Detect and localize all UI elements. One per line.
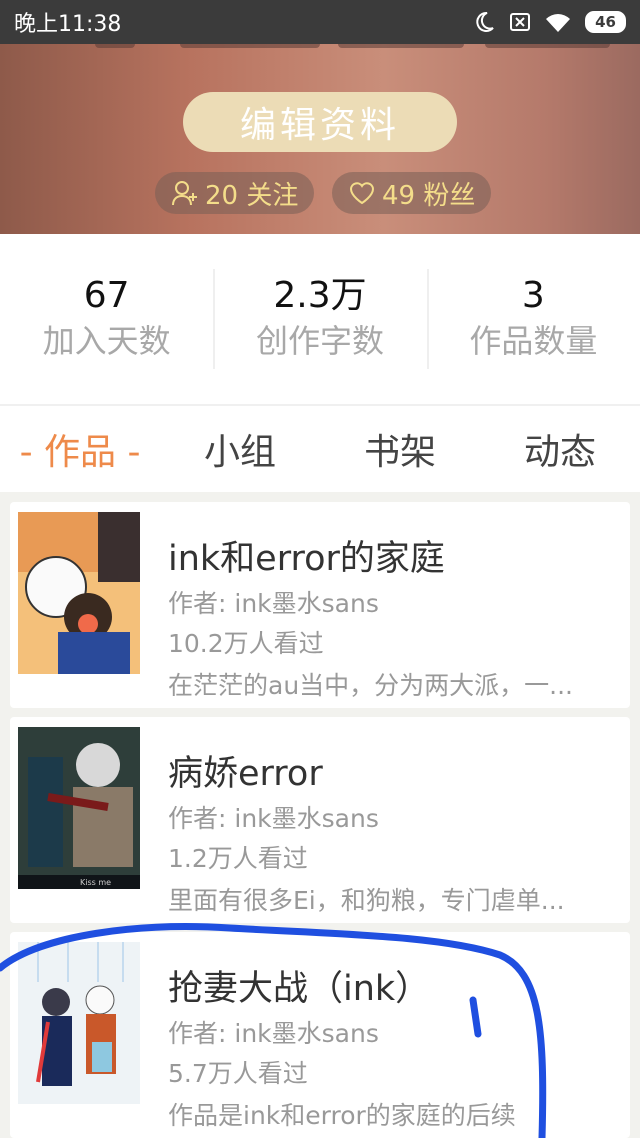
work-card[interactable]: Kiss me 病娇error 作者: ink墨水sans 1.2万人看过 里面… [10, 717, 630, 923]
stat-days: 67 加入天数 [0, 269, 213, 369]
work-description: 在茫茫的au当中，分为两大派，一... [168, 671, 574, 700]
tab-groups[interactable]: 小组 [160, 423, 320, 475]
tab-works[interactable]: - 作品 - [0, 423, 160, 475]
profile-tabs: - 作品 - 小组 书架 动态 [0, 404, 640, 492]
status-time: 晚上11:38 [14, 12, 122, 37]
stat-label: 创作字数 [255, 322, 384, 360]
stat-label: 加入天数 [42, 322, 171, 360]
work-title: 病娇error [168, 754, 323, 794]
work-author: 作者: ink墨水sans [168, 1019, 379, 1048]
work-description: 作品是ink和error的家庭的后续 [168, 1101, 516, 1130]
following-label: 20 关注 [205, 180, 299, 211]
work-card[interactable]: 抢妻大战（ink） 作者: ink墨水sans 5.7万人看过 作品是ink和e… [10, 932, 630, 1138]
work-title: 抢妻大战（ink） [168, 969, 431, 1009]
work-views: 10.2万人看过 [168, 629, 324, 658]
followers-chip[interactable]: 49 粉丝 [332, 172, 492, 214]
battery-icon: 46 [585, 11, 626, 33]
work-card[interactable]: ink和error的家庭 作者: ink墨水sans 10.2万人看过 在茫茫的… [10, 502, 630, 708]
status-bar: 晚上11:38 46 [0, 0, 640, 44]
work-description: 里面有很多Ei，和狗粮，专门虐单... [168, 886, 565, 915]
profile-header: 编辑资料 20 关注 49 粉丝 [0, 44, 640, 234]
stat-value: 3 [521, 275, 545, 316]
stats-row: 67 加入天数 2.3万 创作字数 3 作品数量 [0, 234, 640, 404]
heart-icon [349, 182, 375, 205]
following-chip[interactable]: 20 关注 [155, 172, 315, 214]
moon-icon [476, 11, 494, 32]
no-sim-icon [510, 13, 531, 31]
tab-bookshelf[interactable]: 书架 [320, 423, 480, 475]
work-cover-image [18, 942, 140, 1104]
work-cover-image: Kiss me [18, 727, 140, 889]
status-icons: 46 [473, 11, 626, 33]
work-cover-image [18, 512, 140, 674]
followers-label: 49 粉丝 [382, 180, 476, 211]
stat-value: 67 [83, 275, 130, 316]
work-views: 5.7万人看过 [168, 1059, 308, 1088]
work-title: ink和error的家庭 [168, 539, 445, 579]
cover-caption: Kiss me [80, 878, 111, 887]
stat-works: 3 作品数量 [426, 269, 640, 369]
stat-label: 作品数量 [469, 322, 598, 360]
wifi-icon [546, 14, 571, 32]
stat-words: 2.3万 创作字数 [213, 269, 426, 369]
stat-value: 2.3万 [273, 275, 367, 316]
work-views: 1.2万人看过 [168, 844, 308, 873]
add-user-icon [172, 181, 197, 206]
tab-moments[interactable]: 动态 [480, 423, 640, 475]
work-author: 作者: ink墨水sans [168, 804, 379, 833]
work-author: 作者: ink墨水sans [168, 589, 379, 618]
edit-profile-button[interactable]: 编辑资料 [183, 92, 457, 152]
